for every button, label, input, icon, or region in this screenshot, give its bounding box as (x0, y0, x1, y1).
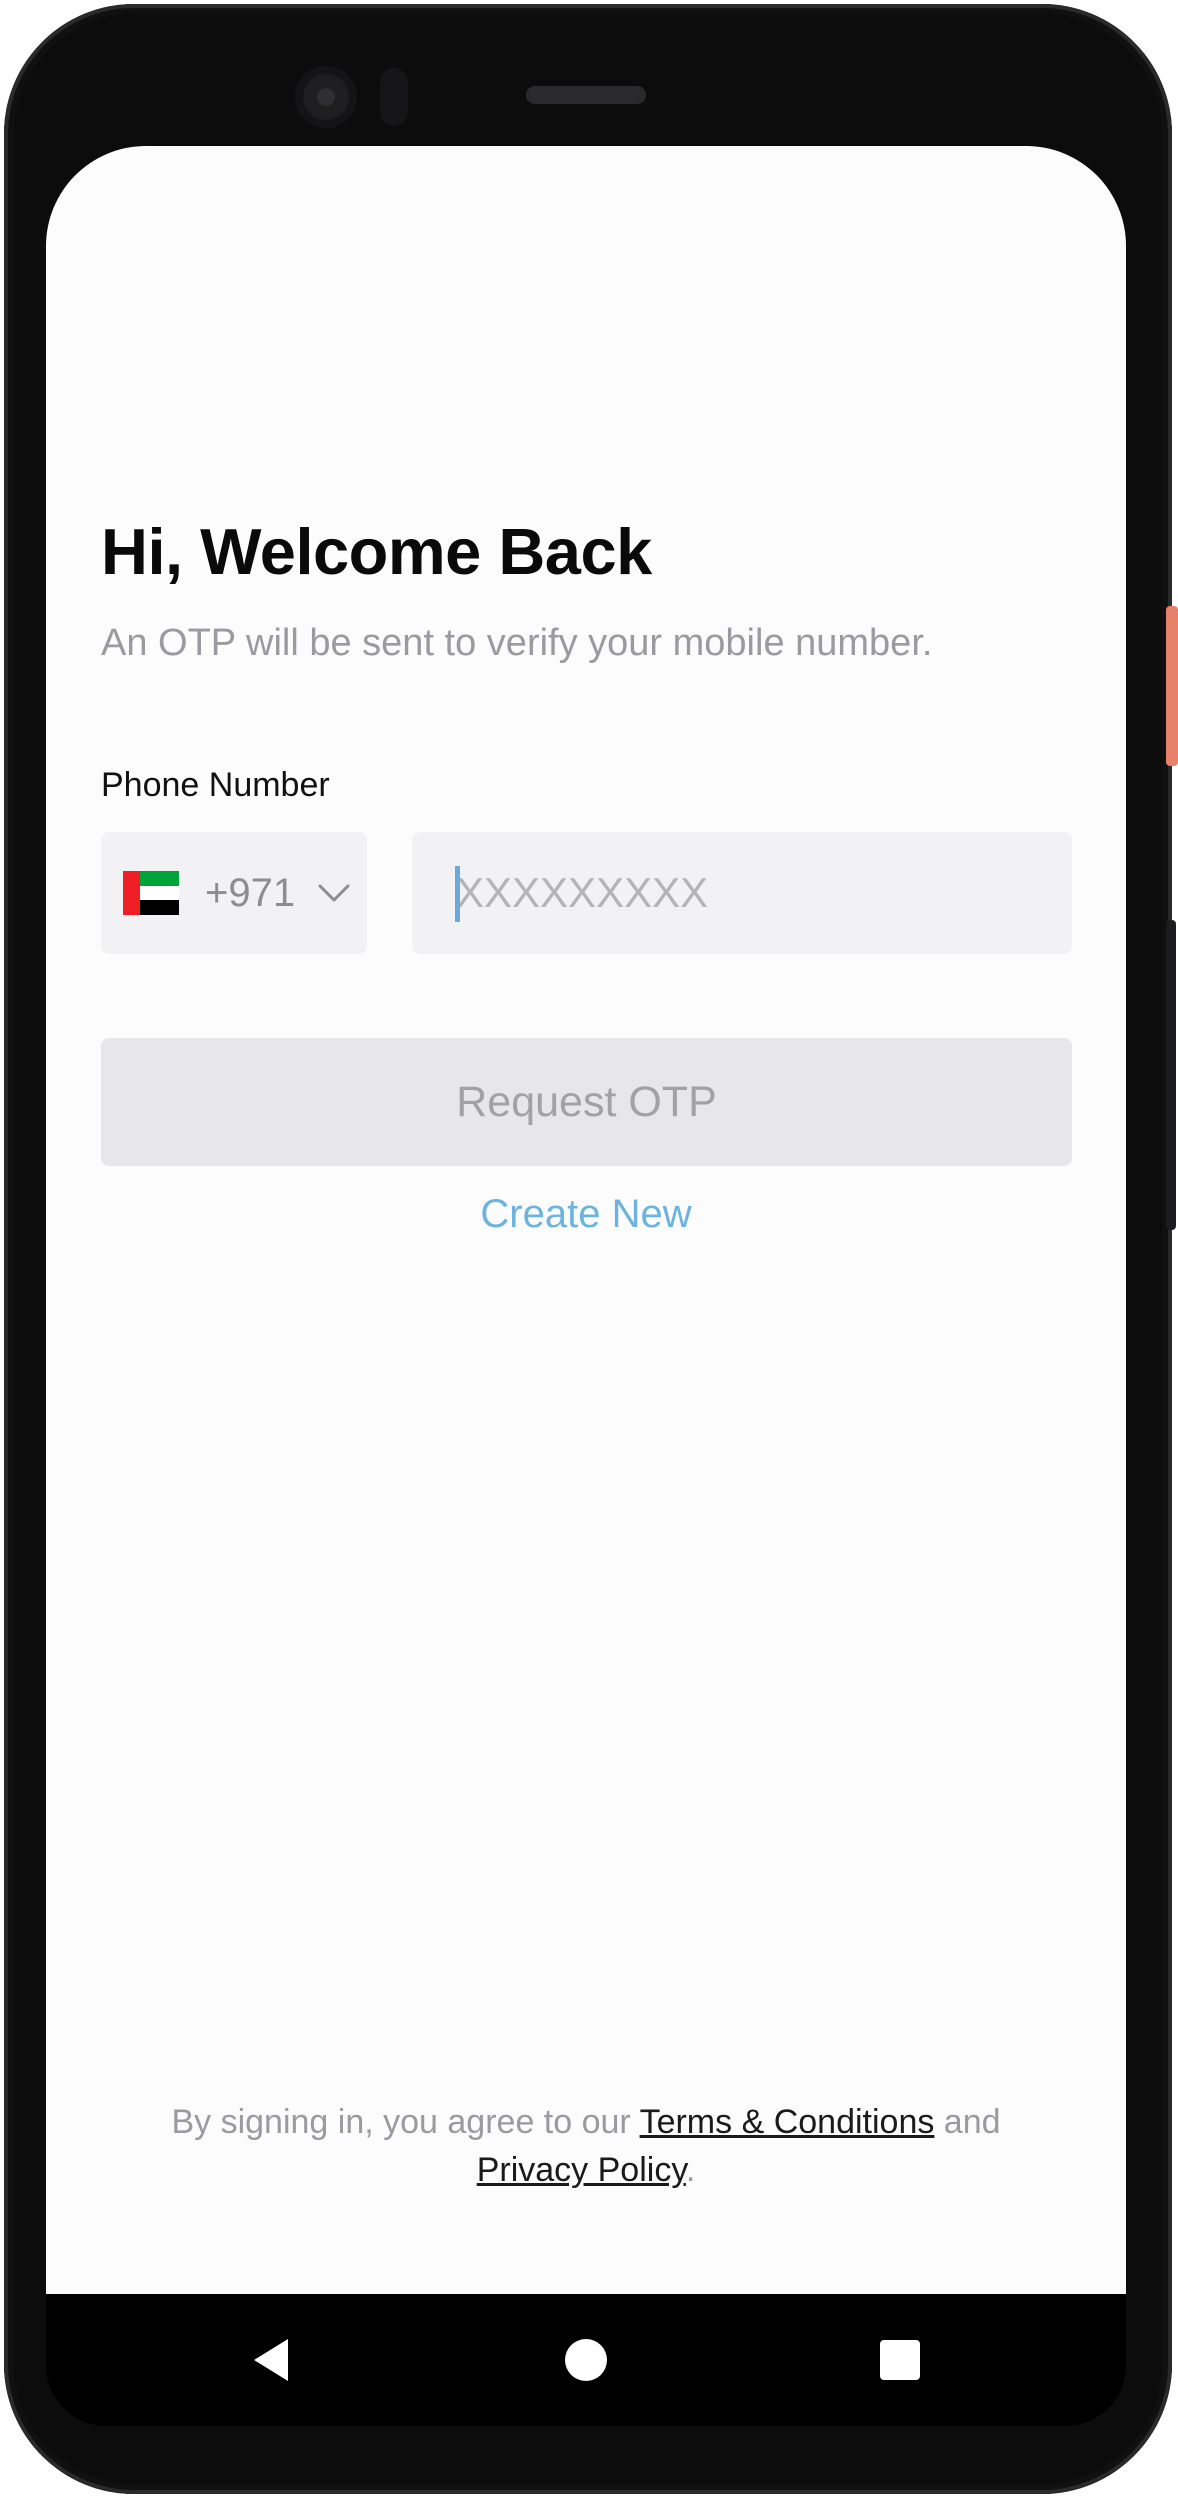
volume-button (1166, 920, 1176, 1230)
terms-and: and (934, 2103, 1001, 2141)
home-icon (565, 2339, 607, 2381)
terms-notice: By signing in, you agree to our Terms & … (46, 2098, 1126, 2194)
app-screen: Hi, Welcome Back An OTP will be sent to … (46, 146, 1126, 2294)
uae-flag-icon (123, 871, 179, 916)
phone-number-label: Phone Number (101, 766, 330, 804)
page-subtitle: An OTP will be sent to verify your mobil… (101, 622, 933, 664)
earpiece-speaker (526, 86, 646, 104)
terms-prefix: By signing in, you agree to our (171, 2103, 640, 2141)
page-title: Hi, Welcome Back (101, 515, 652, 588)
create-new-link[interactable]: Create New (46, 1192, 1126, 1237)
privacy-policy-link[interactable]: Privacy Policy (477, 2151, 686, 2189)
country-code-picker[interactable]: +971 (101, 832, 367, 954)
home-button[interactable] (560, 2334, 612, 2386)
phone-number-input[interactable] (412, 832, 1072, 954)
dial-code: +971 (205, 870, 296, 915)
text-cursor (455, 866, 460, 922)
back-icon (254, 2339, 288, 2381)
terms-suffix: . (685, 2151, 696, 2189)
power-button (1166, 606, 1178, 766)
recents-button[interactable] (874, 2334, 926, 2386)
request-otp-button[interactable]: Request OTP (101, 1038, 1072, 1166)
terms-conditions-link[interactable]: Terms & Conditions (640, 2103, 935, 2141)
front-camera-icon (295, 66, 357, 128)
back-button[interactable] (246, 2334, 298, 2386)
recents-icon (880, 2340, 920, 2380)
system-navigation-bar (46, 2294, 1126, 2426)
sensor-icon (380, 68, 408, 126)
chevron-down-icon (318, 884, 350, 902)
